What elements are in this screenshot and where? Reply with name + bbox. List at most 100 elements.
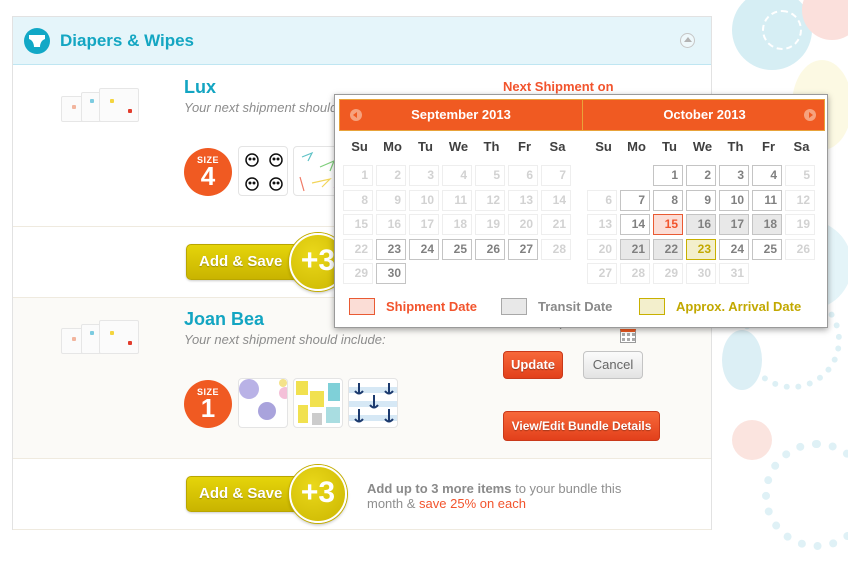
legend-label: Transit Date (538, 299, 613, 314)
update-button[interactable]: Update (503, 351, 563, 379)
legend-swatch (501, 298, 527, 315)
calendar-day[interactable]: 7 (620, 189, 650, 211)
add-save-button[interactable]: Add & Save (186, 476, 304, 512)
weekday-header: Su (351, 139, 368, 154)
calendar-day[interactable]: 21 (620, 238, 650, 260)
size-badge: SIZE 1 (184, 380, 232, 428)
calendar-day: 27 (587, 263, 617, 284)
calendar-day[interactable]: 27 (508, 238, 538, 260)
swatch-purple-mum[interactable] (238, 378, 288, 428)
weekday-header: Fr (762, 139, 775, 154)
calendar-day: 5 (475, 165, 505, 186)
calendar-day[interactable]: 24 (719, 238, 749, 260)
calendar-day: 31 (719, 263, 749, 284)
calendar-day: 21 (541, 214, 571, 235)
calendar-day: 19 (475, 214, 505, 235)
calendar-day[interactable]: 4 (752, 165, 782, 186)
collapse-up-icon[interactable] (680, 33, 695, 48)
weekday-header: Sa (549, 139, 566, 154)
calendar-day[interactable]: 3 (719, 165, 749, 186)
legend-swatch (639, 298, 665, 315)
weekday-header: We (448, 139, 469, 154)
next-shipment-label: Next Shipment on (503, 79, 614, 94)
calendar-day[interactable]: 22 (653, 238, 683, 260)
calendar-day: 29 (653, 263, 683, 284)
swatch-alphabet[interactable] (293, 378, 343, 428)
weekday-header: Mo (627, 139, 646, 154)
calendar-day: 15 (343, 214, 373, 235)
calendar-day[interactable]: 25 (752, 238, 782, 260)
weekday-header: Mo (383, 139, 402, 154)
calendar-day[interactable]: 15 (653, 214, 683, 235)
cancel-button[interactable]: Cancel (583, 351, 643, 379)
calendar-day: 12 (785, 189, 815, 211)
calendar-day: 28 (541, 238, 571, 260)
add-save-bold-text: Add up to 3 more items (367, 481, 512, 496)
datepicker-popup: September 2013 October 2013 Su Mo Tu We Th Fr… (334, 94, 828, 328)
size-value: 1 (200, 393, 216, 423)
calendar-day: 5 (785, 165, 815, 186)
next-month-icon[interactable] (804, 109, 816, 121)
calendar-day: 17 (409, 214, 439, 235)
calendar-day[interactable]: 23 (376, 238, 406, 260)
calendar-day[interactable]: 11 (752, 189, 782, 211)
calendar-day: 30 (686, 263, 716, 284)
calendar-day[interactable]: 10 (719, 189, 749, 211)
calendar-day: 16 (376, 214, 406, 235)
section-header: Diapers & Wipes (13, 17, 711, 65)
weekday-header: Su (595, 139, 612, 154)
calendar-day[interactable]: 1 (653, 165, 683, 186)
product-name: Joan Bea (184, 309, 265, 329)
calendar-day: 14 (541, 189, 571, 211)
month-title-september: September 2013 (411, 107, 511, 122)
calendar-day[interactable]: 25 (442, 238, 472, 260)
swatch-anchor[interactable] (348, 378, 398, 428)
calendar-day: 13 (587, 214, 617, 235)
weekday-header: Tu (418, 139, 433, 154)
calendar-day: 20 (587, 238, 617, 260)
plus-three-badge[interactable]: +3 (289, 465, 347, 523)
calendar-day[interactable]: 23 (686, 238, 716, 260)
add-save-button[interactable]: Add & Save (186, 244, 304, 280)
calendar-day: 8 (343, 189, 373, 211)
swatch-skull-crossbones[interactable] (238, 146, 288, 196)
calendar-day: 10 (409, 189, 439, 211)
datepicker-header: September 2013 October 2013 (339, 99, 825, 131)
view-edit-bundle-button[interactable]: View/Edit Bundle Details (503, 411, 660, 441)
legend-label: Shipment Date (386, 299, 478, 314)
calendar-day: 13 (508, 189, 538, 211)
legend-label: Approx. Arrival Date (676, 299, 802, 314)
calendar-day: 1 (343, 165, 373, 186)
calendar-day[interactable]: 24 (409, 238, 439, 260)
calendar-day[interactable]: 26 (475, 238, 505, 260)
legend-swatch (349, 298, 375, 315)
calendar-day: 26 (785, 238, 815, 260)
calendar-day[interactable]: 8 (653, 189, 683, 211)
calendar-icon[interactable] (620, 329, 636, 343)
calendar-day: 12 (475, 189, 505, 211)
calendar-day: 28 (620, 263, 650, 284)
calendar-day[interactable]: 9 (686, 189, 716, 211)
calendar-day: 22 (343, 238, 373, 260)
calendar-day: 9 (376, 189, 406, 211)
size-value: 4 (200, 161, 216, 191)
calendar-day[interactable]: 18 (752, 214, 782, 235)
calendar-day[interactable]: 2 (686, 165, 716, 186)
calendar-day[interactable]: 14 (620, 214, 650, 235)
add-save-highlight: save 25% on each (419, 496, 526, 511)
calendar-day: 18 (442, 214, 472, 235)
weekday-header: We (692, 139, 713, 154)
calendar-day: 6 (587, 189, 617, 211)
weekday-header: Th (483, 139, 500, 154)
calendar-day: 3 (409, 165, 439, 186)
calendar-day[interactable]: 17 (719, 214, 749, 235)
product-name: Lux (184, 77, 217, 97)
weekday-header: Sa (793, 139, 810, 154)
weekday-header: Fr (518, 139, 531, 154)
diaper-icon (24, 28, 50, 54)
calendar-day: 20 (508, 214, 538, 235)
size-badge: SIZE 4 (184, 148, 232, 196)
calendar-day[interactable]: 16 (686, 214, 716, 235)
calendar-day[interactable]: 30 (376, 263, 406, 284)
add-save-row: Add & Save +3 Add up to 3 more items to … (13, 458, 711, 530)
